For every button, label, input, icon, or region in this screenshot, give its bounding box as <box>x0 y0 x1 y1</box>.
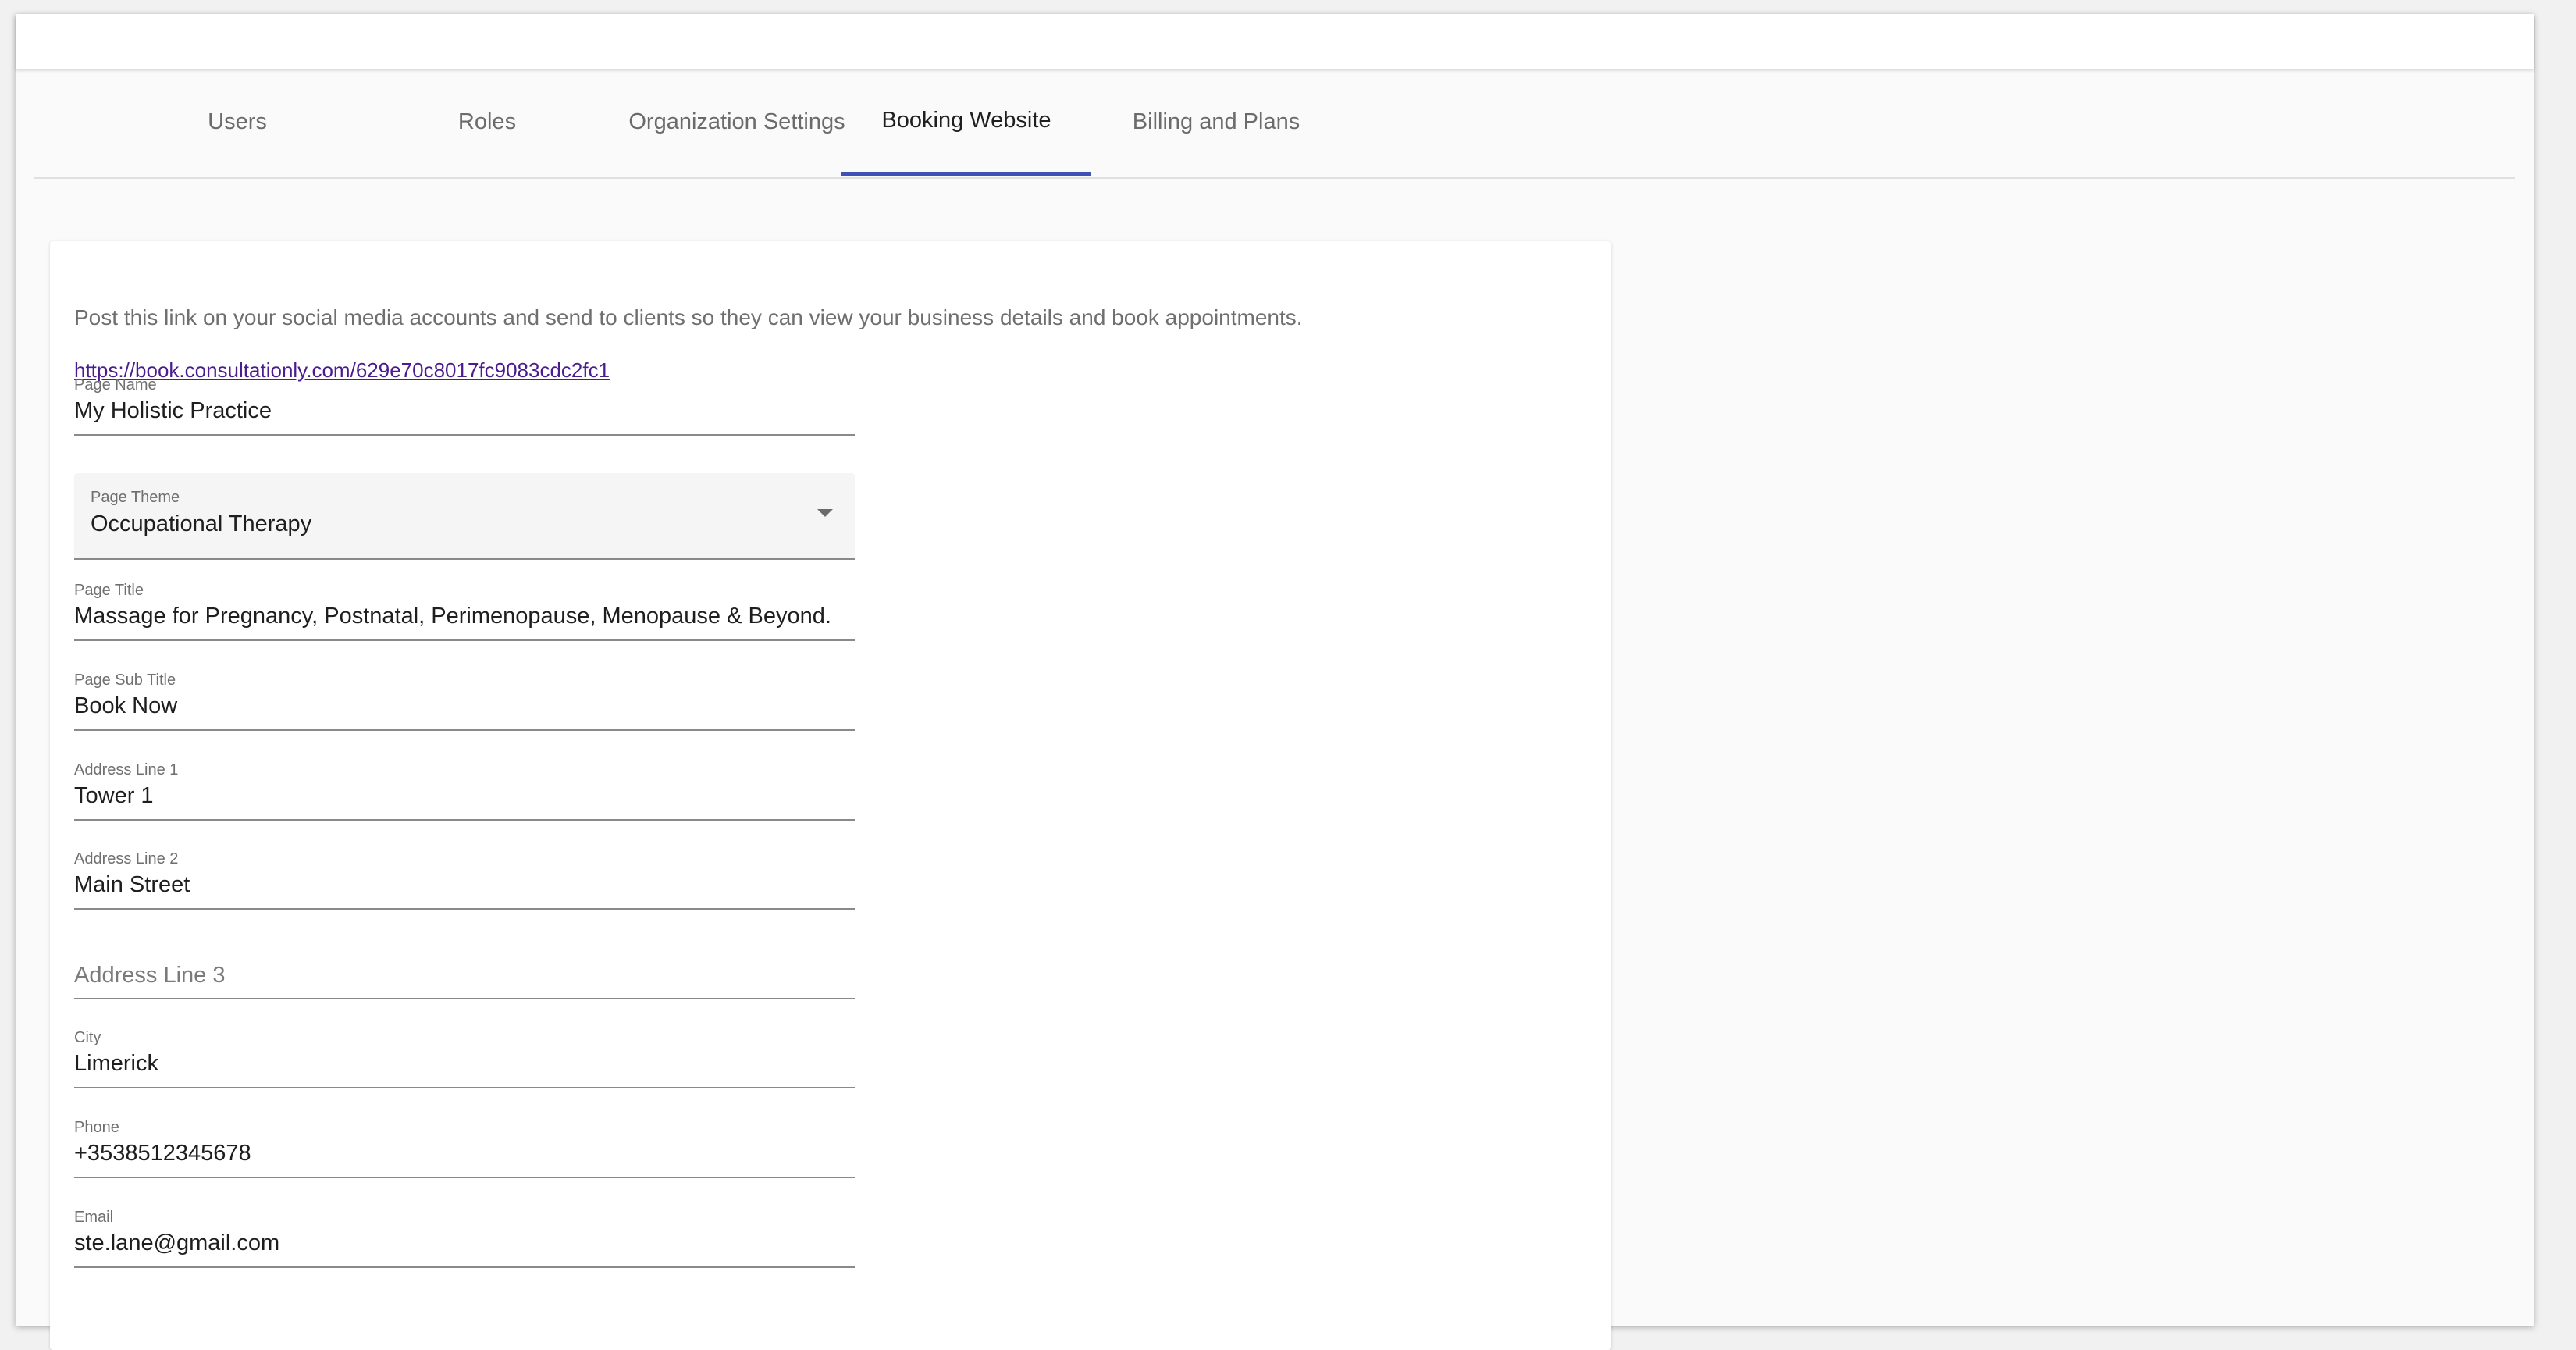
page-theme-label: Page Theme <box>91 489 180 506</box>
address-line-1-label: Address Line 1 <box>74 761 179 778</box>
phone-value: +3538512345678 <box>74 1141 251 1166</box>
address-line-3-placeholder: Address Line 3 <box>74 963 226 988</box>
city-value: Limerick <box>74 1051 158 1076</box>
page-title-label: Page Title <box>74 582 144 599</box>
address-line-2-label: Address Line 2 <box>74 850 179 867</box>
email-value: ste.lane@gmail.com <box>74 1231 280 1256</box>
email-field[interactable]: Email ste.lane@gmail.com <box>74 1199 855 1268</box>
tab-billing-and-plans[interactable]: Billing and Plans <box>1091 69 1341 176</box>
address-line-1-value: Tower 1 <box>74 783 154 808</box>
chevron-down-icon[interactable] <box>817 509 833 517</box>
settings-tabs: Users Roles Organization Settings Bookin… <box>34 69 2515 179</box>
top-app-bar <box>16 14 2534 69</box>
intro-text: Post this link on your social media acco… <box>74 305 1303 329</box>
page-name-label: Page Name <box>74 376 157 394</box>
city-label: City <box>74 1029 101 1046</box>
tab-booking-website[interactable]: Booking Website <box>841 69 1091 176</box>
address-line-3-field[interactable]: Address Line 3 <box>74 931 855 999</box>
page-theme-value: Occupational Therapy <box>91 511 312 536</box>
address-line-1-field[interactable]: Address Line 1 Tower 1 <box>74 752 855 821</box>
page-theme-select[interactable]: Page Theme Occupational Therapy <box>74 473 855 560</box>
city-field[interactable]: City Limerick <box>74 1020 855 1088</box>
page-sub-title-field[interactable]: Page Sub Title Book Now <box>74 662 855 731</box>
address-line-2-value: Main Street <box>74 872 190 897</box>
app-window: Users Roles Organization Settings Bookin… <box>16 14 2534 1350</box>
email-label: Email <box>74 1209 114 1226</box>
page-name-value: My Holistic Practice <box>74 398 272 423</box>
page-sub-title-value: Book Now <box>74 693 178 718</box>
page-title-value: Massage for Pregnancy, Postnatal, Perime… <box>74 604 831 629</box>
tab-organization-settings[interactable]: Organization Settings <box>612 69 862 176</box>
page-sub-title-label: Page Sub Title <box>74 671 176 689</box>
page-name-field[interactable]: Page Name My Holistic Practice <box>74 367 855 436</box>
address-line-2-field[interactable]: Address Line 2 Main Street <box>74 841 855 910</box>
phone-field[interactable]: Phone +3538512345678 <box>74 1110 855 1178</box>
tab-users[interactable]: Users <box>112 69 362 176</box>
page-title-field[interactable]: Page Title Massage for Pregnancy, Postna… <box>74 572 855 641</box>
tab-roles[interactable]: Roles <box>362 69 612 176</box>
booking-website-card: Post this link on your social media acco… <box>50 241 1611 1350</box>
phone-label: Phone <box>74 1119 119 1136</box>
